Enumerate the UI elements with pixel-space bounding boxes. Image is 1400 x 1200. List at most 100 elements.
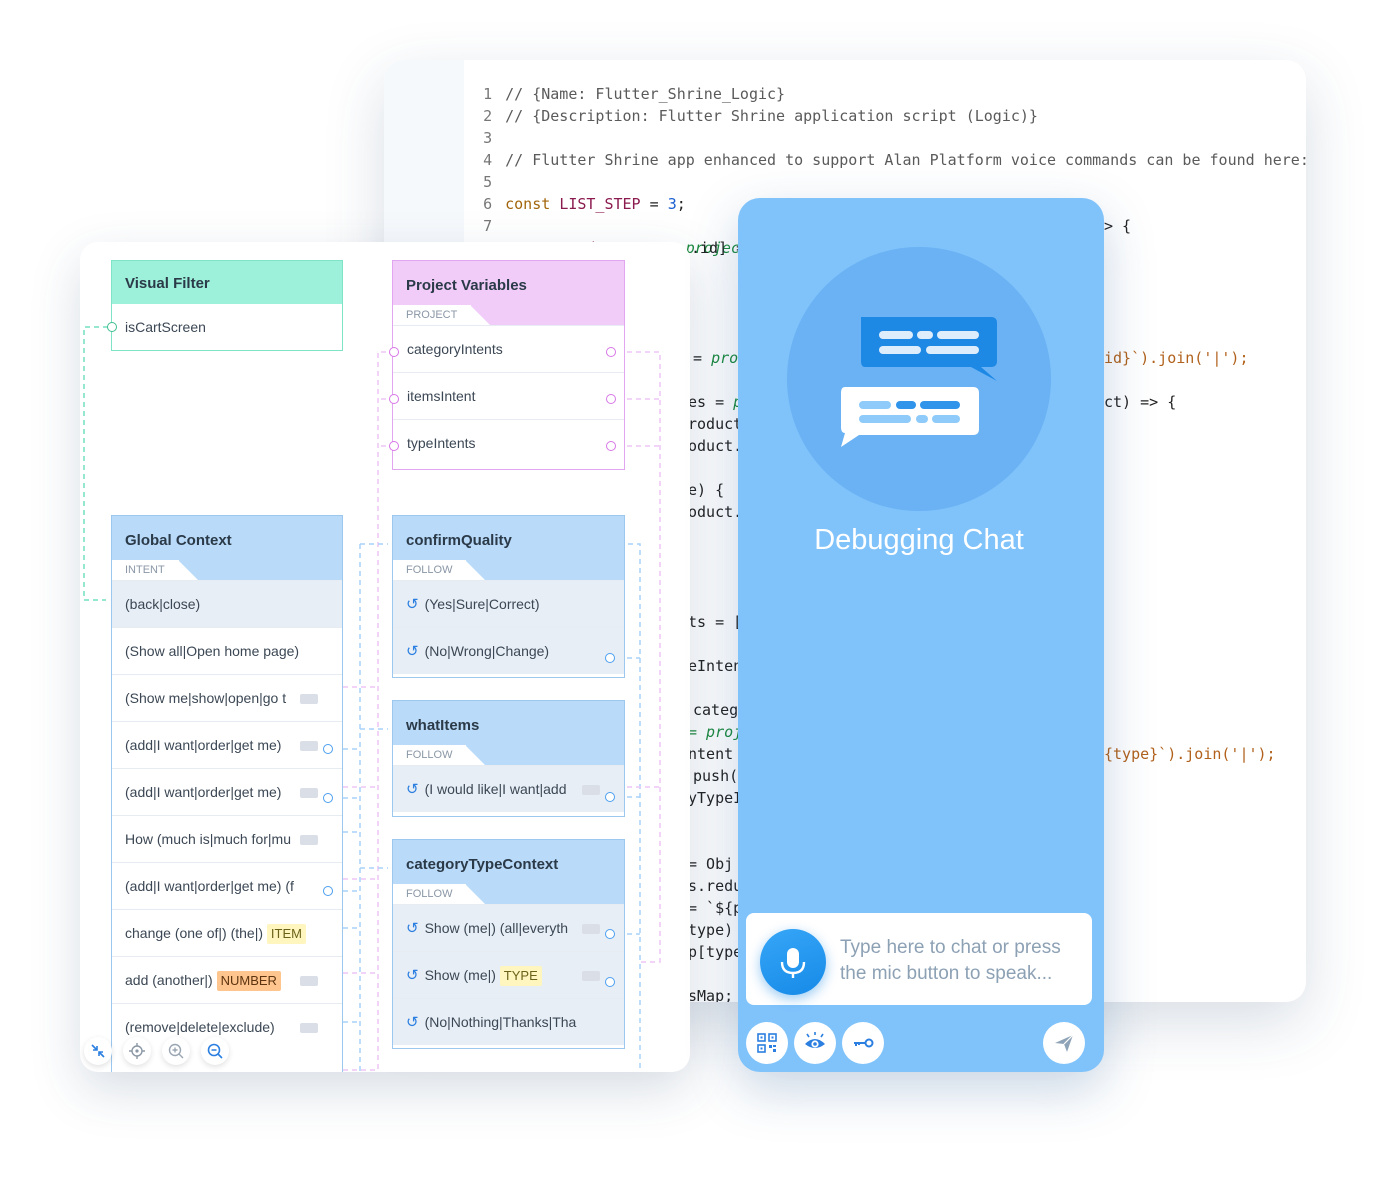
- visual-filter-row[interactable]: isCartScreen: [112, 304, 342, 350]
- code-fragment: = Obj: [688, 855, 734, 873]
- connector-port[interactable]: [605, 653, 615, 663]
- follow-arrow-icon: ↺: [406, 781, 419, 798]
- code-line: 3: [483, 129, 493, 147]
- follow-row[interactable]: ↺ Show (me|) (all|everyth: [393, 904, 624, 951]
- intent-row[interactable]: (add|I want|order|get me) (f: [112, 862, 342, 909]
- variable-row[interactable]: categoryIntents: [393, 325, 624, 372]
- zoom-out-icon[interactable]: [201, 1037, 229, 1065]
- code-line: 1// {Name: Flutter_Shrine_Logic}: [483, 85, 786, 103]
- follow-arrow-icon: ↺: [406, 920, 419, 937]
- variable-row[interactable]: itemsIntent: [393, 372, 624, 419]
- category-type-context-node[interactable]: categoryTypeContext FOLLOW ↺ Show (me|) (…: [392, 839, 625, 1049]
- code-line: 5: [483, 173, 493, 191]
- code-fragment: p[type: [688, 943, 743, 961]
- node-tag: FOLLOW: [393, 560, 487, 580]
- project-variables-node[interactable]: Project Variables PROJECT categoryIntent…: [392, 260, 625, 470]
- intent-row[interactable]: (Show me|show|open|go t: [112, 674, 342, 721]
- count-badge: [300, 976, 318, 986]
- follow-row[interactable]: ↺ (I would like|I want|add: [393, 765, 624, 812]
- send-icon[interactable]: [1043, 1022, 1085, 1064]
- intent-row[interactable]: add (another|) NUMBER: [112, 956, 342, 1003]
- chat-illustration: [787, 247, 1051, 511]
- follow-arrow-icon: ↺: [406, 596, 419, 613]
- connector-port[interactable]: [606, 441, 616, 451]
- node-title: Project Variables: [406, 277, 527, 294]
- code-fragment: ntent: [688, 745, 734, 763]
- follow-arrow-icon: ↺: [406, 643, 419, 660]
- count-badge: [300, 835, 318, 845]
- slot-pill: TYPE: [499, 966, 542, 986]
- code-fragment: = `${p: [688, 899, 743, 917]
- code-fragment: push(: [693, 767, 739, 785]
- connector-port[interactable]: [323, 793, 333, 803]
- visual-filter-node[interactable]: Visual Filter isCartScreen: [111, 260, 343, 351]
- global-context-node[interactable]: Global Context INTENT (back|close) (Show…: [111, 515, 343, 1072]
- node-title: Visual Filter: [125, 275, 210, 292]
- intent-row[interactable]: (Show all|Open home page): [112, 627, 342, 674]
- intent-row[interactable]: How (much is|much for|mu: [112, 815, 342, 862]
- code-fragment: > {: [1104, 217, 1132, 235]
- node-title: confirmQuality: [406, 532, 512, 549]
- flow-diagram-panel[interactable]: Visual Filter isCartScreen Project Varia…: [80, 242, 690, 1072]
- count-badge: [582, 971, 600, 981]
- count-badge: [300, 788, 318, 798]
- debugging-chat-panel[interactable]: Debugging Chat Type here to chat or pres…: [738, 198, 1104, 1072]
- intent-row[interactable]: (back|close): [112, 580, 342, 627]
- qr-code-icon[interactable]: [746, 1022, 788, 1064]
- code-fragment: = proj: [688, 723, 743, 741]
- code-fragment: eInten: [688, 657, 743, 675]
- intent-row[interactable]: (add|I want|order|get me): [112, 721, 342, 768]
- count-badge: [582, 924, 600, 934]
- code-fragment: {type}`).join('|');: [1104, 745, 1276, 763]
- node-tag: FOLLOW: [393, 884, 487, 904]
- chat-input-box[interactable]: Type here to chat or press the mic butto…: [746, 913, 1092, 1005]
- confirm-quality-node[interactable]: confirmQuality FOLLOW ↺ (Yes|Sure|Correct…: [392, 515, 625, 678]
- code-line: 4// Flutter Shrine app enhanced to suppo…: [483, 151, 1306, 169]
- node-tag: PROJECT: [393, 305, 491, 325]
- connector-port[interactable]: [323, 886, 333, 896]
- follow-row[interactable]: ↺ Show (me|) TYPE: [393, 951, 624, 998]
- code-fragment: ts = [: [688, 613, 743, 631]
- chat-bubbles-icon: [841, 317, 997, 447]
- slot-pill: ITEM: [266, 924, 306, 944]
- connector-port[interactable]: [605, 792, 615, 802]
- intent-row[interactable]: (add|I want|order|get me): [112, 768, 342, 815]
- follow-row[interactable]: ↺ (No|Nothing|Thanks|Tha: [393, 998, 624, 1045]
- connector-port[interactable]: [389, 441, 399, 451]
- connector-port[interactable]: [389, 347, 399, 357]
- count-badge: [582, 785, 600, 795]
- follow-arrow-icon: ↺: [406, 967, 419, 984]
- chat-title: Debugging Chat: [814, 524, 1024, 556]
- variable-row[interactable]: typeIntents: [393, 419, 624, 466]
- zoom-in-icon[interactable]: [162, 1037, 190, 1065]
- connector-port[interactable]: [605, 977, 615, 987]
- mic-button[interactable]: [760, 929, 826, 995]
- key-icon[interactable]: [842, 1022, 884, 1064]
- chat-input-placeholder[interactable]: Type here to chat or press the mic butto…: [840, 935, 1080, 987]
- count-badge: [300, 694, 318, 704]
- connector-port[interactable]: [107, 322, 117, 332]
- eye-icon[interactable]: [794, 1022, 836, 1064]
- node-tag: INTENT: [112, 560, 198, 580]
- connector-port[interactable]: [323, 744, 333, 754]
- what-items-node[interactable]: whatItems FOLLOW ↺ (I would like|I want|a…: [392, 700, 625, 817]
- code-line: 2// {Description: Flutter Shrine applica…: [483, 107, 1038, 125]
- slot-pill: NUMBER: [216, 971, 281, 991]
- code-fragment: oduct.: [688, 437, 743, 455]
- connector-port[interactable]: [605, 929, 615, 939]
- code-fragment: yTypeI: [688, 789, 743, 807]
- follow-row[interactable]: ↺ (No|Wrong|Change): [393, 627, 624, 674]
- connector-port[interactable]: [606, 347, 616, 357]
- node-title: Global Context: [125, 532, 232, 549]
- connector-port[interactable]: [389, 394, 399, 404]
- follow-arrow-icon: ↺: [406, 1014, 419, 1031]
- count-badge: [300, 1023, 318, 1033]
- code-fragment: type): [688, 921, 734, 939]
- target-icon[interactable]: [123, 1037, 151, 1065]
- intent-row[interactable]: change (one of|) (the|) ITEM: [112, 909, 342, 956]
- collapse-icon[interactable]: [84, 1037, 112, 1065]
- node-title: categoryTypeContext: [406, 856, 559, 873]
- follow-row[interactable]: ↺ (Yes|Sure|Correct): [393, 580, 624, 627]
- connector-port[interactable]: [606, 394, 616, 404]
- node-tag: FOLLOW: [393, 745, 487, 765]
